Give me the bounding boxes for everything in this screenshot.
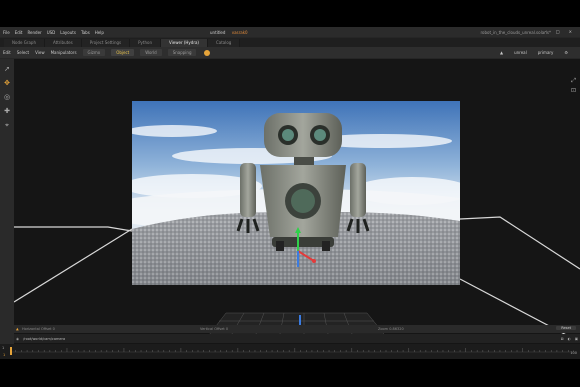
menu-help[interactable]: Help <box>95 30 104 35</box>
window-controls: – □ × <box>545 29 577 34</box>
letterbox-bottom <box>0 359 580 387</box>
left-toolbar: ➚ ✥ ◎ ✚ ⌖ <box>0 59 14 349</box>
viewer-toolbar: Edit Select View Manipulators Gizmo Obje… <box>0 47 580 58</box>
settings-icon[interactable]: ⚙ <box>564 50 568 55</box>
viewer-menu-manipulators[interactable]: Manipulators <box>51 50 77 55</box>
menu-tabs[interactable]: Tabs <box>81 30 90 35</box>
minimize-icon[interactable]: – <box>545 29 547 34</box>
vertical-offset[interactable]: Vertical Offset 0 <box>200 327 228 331</box>
transform-icon[interactable]: ⌖ <box>3 121 11 129</box>
tab-label: Catalog <box>215 40 232 45</box>
renderer-select[interactable]: unreal <box>514 50 527 55</box>
path-bar-right: ⊠ ◐ ▣ <box>561 337 578 341</box>
options-icon[interactable]: ▣ <box>575 337 578 341</box>
tab-label: Attributes <box>52 40 73 45</box>
viewer-menu-edit[interactable]: Edit <box>3 50 11 55</box>
menu-bar: File Edit Render USD Layouts Tabs Help u… <box>0 27 580 37</box>
select-arrow-icon[interactable]: ➚ <box>3 65 11 73</box>
camera-path[interactable]: /root/world/cam/camera <box>23 337 65 341</box>
viewport[interactable]: ⤢ ⊡ <box>14 59 580 349</box>
viewer-menu-view[interactable]: View <box>35 50 45 55</box>
menu-render[interactable]: Render <box>27 30 41 35</box>
tab-label: Project Settings <box>89 40 122 45</box>
viewer-menu-select[interactable]: Select <box>17 50 29 55</box>
close-icon[interactable]: × <box>569 29 572 34</box>
warning-icon: ▲ <box>16 327 19 331</box>
playhead[interactable] <box>10 347 12 355</box>
horizontal-offset[interactable]: Horizontal Offset 0 <box>22 327 55 331</box>
menu-usd[interactable]: USD <box>47 30 56 35</box>
reset-button[interactable]: Reset <box>556 326 576 330</box>
hud-icon[interactable]: ◐ <box>568 337 571 341</box>
translate-icon[interactable]: ✥ <box>3 79 11 87</box>
letterbox-top <box>0 0 580 27</box>
viewport-expand-icon[interactable]: ⤢ <box>571 77 576 85</box>
tab-label: Viewer (Hydra) <box>168 40 199 45</box>
timeline[interactable]: 1 100 1 <box>0 344 580 359</box>
tab-project-settings[interactable]: Project Settings <box>81 39 131 47</box>
scale-icon[interactable]: ✚ <box>3 107 11 115</box>
renderer-icon[interactable]: ▲ <box>500 50 503 55</box>
tab-bar: Node Graph Attributes Project Settings P… <box>0 38 580 47</box>
camera-path-bar: ◉ /root/world/cam/camera ⊠ ◐ ▣ <box>14 334 580 343</box>
tab-python[interactable]: Python <box>130 39 161 47</box>
tab-viewer[interactable]: Viewer (Hydra) <box>160 39 208 47</box>
tab-label: Node Graph <box>12 40 36 45</box>
render-image <box>132 101 460 285</box>
scene-title-prefix: untitled <box>210 29 226 35</box>
viewport-camera-icon[interactable]: ⊡ <box>571 87 576 94</box>
katana-window: File Edit Render USD Layouts Tabs Help u… <box>0 27 580 359</box>
menu-edit[interactable]: Edit <box>15 30 23 35</box>
scene-title: untitled vasrak0 <box>210 30 248 35</box>
tab-node-graph[interactable]: Node Graph <box>4 39 45 47</box>
snapping-button[interactable]: Snapping <box>167 49 197 56</box>
rotate-icon[interactable]: ◎ <box>3 93 11 101</box>
timeline-ruler[interactable] <box>10 346 574 356</box>
file-name: robot_in_the_clouds_unreal.solaris* <box>480 29 551 35</box>
timeline-start[interactable]: 1 <box>2 346 4 350</box>
gizmo-button[interactable]: Gizmo <box>82 49 106 56</box>
viewer-toolbar-right: ▲ unreal primary ⚙ <box>500 50 574 55</box>
object-space-button[interactable]: Object <box>111 49 135 56</box>
current-frame[interactable]: 1 <box>3 353 5 357</box>
snap-icon[interactable] <box>204 49 211 56</box>
timeline-end[interactable]: 100 <box>570 351 577 355</box>
lock-icon[interactable]: ⊠ <box>561 337 564 341</box>
tab-label: Python <box>138 40 152 45</box>
camera-icon[interactable]: ◉ <box>16 337 19 341</box>
menu-layouts[interactable]: Layouts <box>60 30 76 35</box>
shading-select[interactable]: primary <box>538 50 554 55</box>
zoom-value[interactable]: Zoom 0.86320 <box>378 327 404 331</box>
maximize-icon[interactable]: □ <box>556 29 560 34</box>
tab-catalog[interactable]: Catalog <box>207 39 241 47</box>
scene-title-name: vasrak0 <box>231 29 248 35</box>
viewer-status-bar: ▲ Horizontal Offset 0 Vertical Offset 0 … <box>14 325 580 333</box>
tab-attributes[interactable]: Attributes <box>44 39 82 47</box>
world-space-button[interactable]: World <box>140 49 162 56</box>
menu-file[interactable]: File <box>3 30 10 35</box>
